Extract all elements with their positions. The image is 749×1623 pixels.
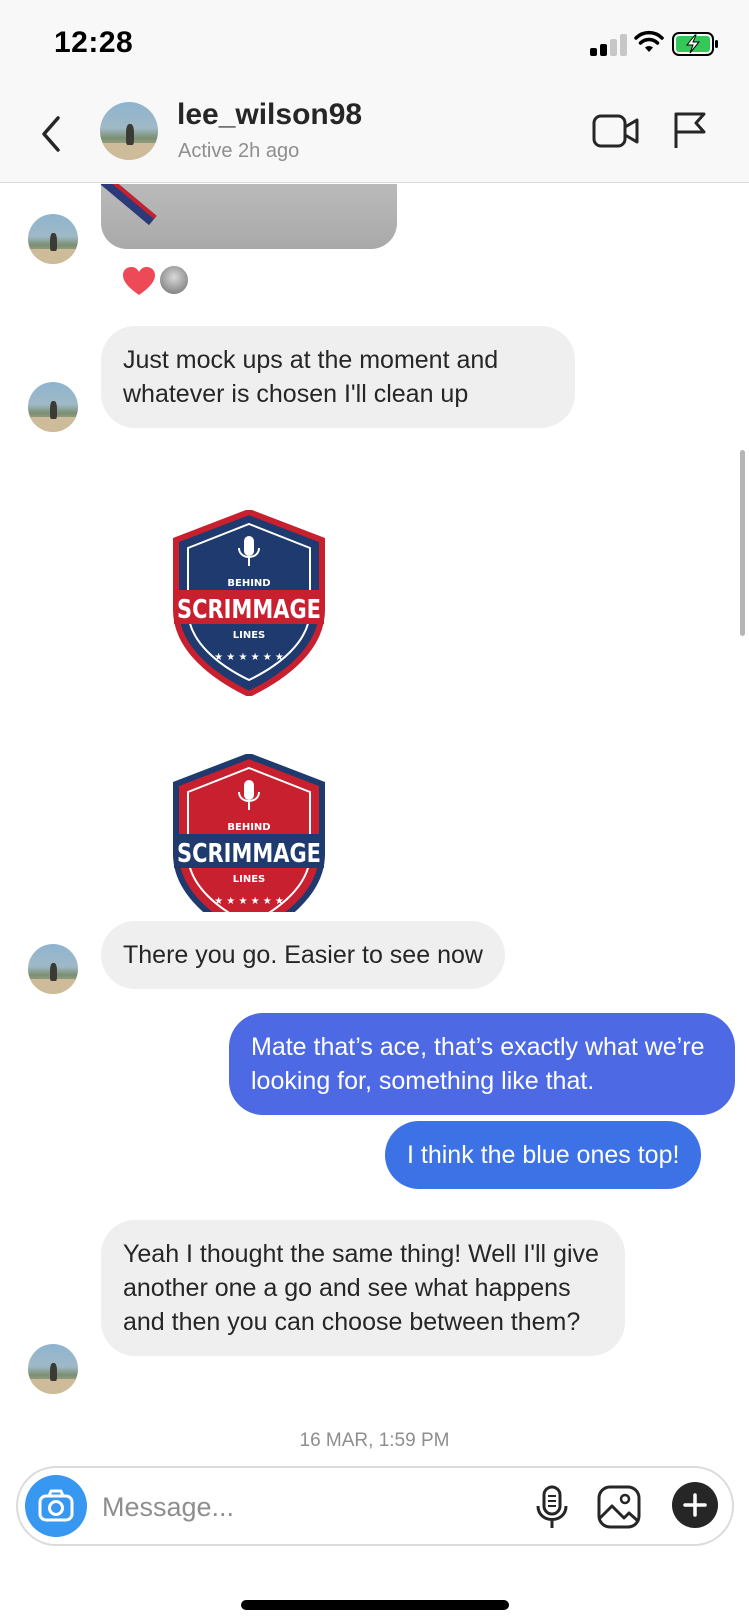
- active-status: Active 2h ago: [178, 140, 300, 162]
- video-call-icon[interactable]: [592, 112, 640, 150]
- shared-logo-image-red[interactable]: BEHIND SCRIMMAGE LINES ★ ★ ★ ★ ★ ★: [172, 754, 326, 912]
- chat-header: lee_wilson98 Active 2h ago: [0, 88, 749, 183]
- status-bar: 12:28: [0, 0, 749, 88]
- outgoing-message[interactable]: I think the blue ones top!: [385, 1121, 702, 1189]
- home-indicator[interactable]: [241, 1600, 509, 1610]
- logo-top-text: BEHIND: [227, 822, 270, 833]
- report-flag-icon[interactable]: [672, 110, 708, 150]
- sender-avatar[interactable]: [28, 1344, 78, 1394]
- plus-icon: [683, 1493, 707, 1517]
- incoming-message[interactable]: Yeah I thought the same thing! Well I'll…: [101, 1220, 625, 1356]
- message-timestamp: 16 MAR, 1:59 PM: [299, 1430, 450, 1451]
- cellular-signal-icon: [590, 34, 628, 56]
- shared-logo-image-blue[interactable]: BEHIND SCRIMMAGE LINES ★ ★ ★ ★ ★ ★: [172, 510, 326, 696]
- sender-avatar[interactable]: [28, 214, 78, 264]
- svg-text:★ ★ ★ ★ ★ ★: ★ ★ ★ ★ ★ ★: [214, 652, 284, 663]
- message-thread[interactable]: Just mock ups at the moment and whatever…: [0, 184, 749, 1464]
- logo-bottom-text: LINES: [233, 874, 266, 885]
- reactor-avatar: [158, 264, 190, 296]
- svg-text:★ ★ ★ ★ ★ ★: ★ ★ ★ ★ ★ ★: [214, 896, 284, 907]
- outgoing-message[interactable]: Mate that’s ace, that’s exactly what we’…: [229, 1013, 735, 1115]
- incoming-message[interactable]: There you go. Easier to see now: [101, 921, 505, 989]
- sender-avatar[interactable]: [28, 944, 78, 994]
- message-composer: [16, 1466, 734, 1546]
- gallery-icon[interactable]: [596, 1484, 642, 1530]
- username[interactable]: lee_wilson98: [177, 98, 362, 132]
- logo-main-text: SCRIMMAGE: [177, 595, 321, 625]
- clock: 12:28: [54, 26, 134, 59]
- camera-button[interactable]: [25, 1475, 87, 1537]
- scrollbar-indicator[interactable]: [740, 450, 745, 636]
- heart-reaction-icon: [123, 267, 155, 295]
- wifi-icon: [634, 30, 664, 52]
- logo-top-text: BEHIND: [227, 578, 270, 589]
- microphone-icon[interactable]: [534, 1484, 570, 1530]
- back-chevron-icon[interactable]: [36, 112, 66, 156]
- message-input[interactable]: [102, 1484, 502, 1530]
- shared-image-preview[interactable]: [101, 184, 397, 249]
- sender-avatar[interactable]: [28, 382, 78, 432]
- logo-bottom-text: LINES: [233, 630, 266, 641]
- add-button[interactable]: [672, 1482, 718, 1528]
- profile-avatar[interactable]: [100, 102, 158, 160]
- camera-icon: [38, 1489, 74, 1522]
- battery-charging-icon: [672, 32, 718, 56]
- incoming-message[interactable]: Just mock ups at the moment and whatever…: [101, 326, 575, 428]
- logo-main-text: SCRIMMAGE: [177, 839, 321, 869]
